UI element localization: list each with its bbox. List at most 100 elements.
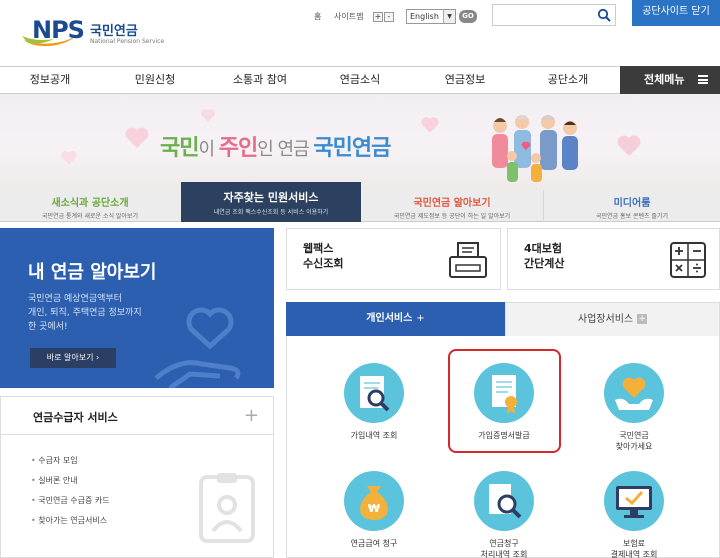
service-label: 연금청구 처리내역 조회: [444, 538, 564, 558]
service-label-line: 보험료: [622, 539, 646, 548]
premium-payment-button[interactable]: 보험료 결제내역 조회: [574, 470, 694, 558]
close-site-button[interactable]: 공단사이트 닫기: [632, 0, 720, 26]
tab-title: 국민연금 알아보기: [413, 198, 491, 209]
service-label: 가입내역 조회: [350, 431, 398, 440]
heart-icon: [61, 151, 77, 165]
nav-item-civil[interactable]: 민원신청: [105, 67, 205, 93]
sitemap-link[interactable]: 사이트맵: [334, 9, 363, 25]
nav-item-community[interactable]: 소통과 참여: [210, 67, 310, 93]
calculator-icon: [670, 242, 706, 278]
all-menu-button[interactable]: 전체메뉴: [620, 66, 720, 94]
heart-hands-icon: [604, 363, 664, 423]
quick-title-line: 웹팩스: [303, 242, 334, 255]
slogan-part: 국민: [160, 136, 199, 161]
id-card-icon: [199, 473, 255, 543]
tab-label: 사업장서비스: [577, 314, 634, 325]
monitor-check-icon: [604, 471, 664, 531]
family-illustration: [492, 115, 578, 182]
service-label-line: 국민연금: [619, 431, 649, 440]
service-label-line: 결제내역 조회: [610, 550, 658, 558]
my-pension-title: 내 연금 알아보기: [28, 262, 157, 283]
tab-news[interactable]: 새소식과 공단소개 국민연금 통계와 새로운 소식 알아보기: [0, 190, 180, 222]
insurance-calculator-button[interactable]: 4대보험 간단계산: [507, 228, 720, 290]
tab-title: 미디어룸: [613, 198, 651, 209]
heart-icon: [421, 117, 439, 133]
tab-frequent-services[interactable]: 자주찾는 민원서비스 내연금 조회 팩스수신조회 등 서비스 이용하기: [181, 182, 361, 222]
magnifier-icon: [474, 471, 534, 531]
visit-pension-button[interactable]: 국민연금 찾아가세요: [574, 362, 694, 452]
claim-status-button[interactable]: 연금청구 처리내역 조회: [444, 470, 564, 558]
home-link[interactable]: 홈: [314, 9, 321, 25]
slogan-part: 국민연금: [313, 136, 391, 161]
service-label-line: 처리내역 조회: [480, 550, 528, 558]
fax-icon: [449, 242, 487, 278]
logo-korean: 국민연금: [90, 24, 138, 39]
go-my-pension-button[interactable]: 바로 알아보기 ›: [30, 348, 116, 368]
service-label-line: 연금청구: [489, 539, 519, 548]
search-icon[interactable]: [597, 8, 611, 22]
enrollment-history-button[interactable]: 가입내역 조회: [314, 362, 434, 441]
webfax-inquiry-button[interactable]: 웹팩스 수신조회: [286, 228, 501, 290]
tab-label: 개인서비스: [366, 313, 413, 324]
service-tabs: 새소식과 공단소개 국민연금 통계와 새로운 소식 알아보기 자주찾는 민원서비…: [0, 182, 720, 222]
pensioner-section-header: 연금수급자 서비스 +: [1, 397, 273, 435]
money-bag-icon: ₩: [344, 471, 404, 531]
list-item[interactable]: 찾아가는 연금서비스: [31, 511, 110, 531]
pensioner-service-list: 수급자 모임 실버론 안내 국민연금 수급증 카드 찾아가는 연금서비스: [31, 451, 110, 531]
pensioner-section-title: 연금수급자 서비스: [33, 411, 118, 424]
search-input[interactable]: [492, 4, 616, 26]
font-decrease-button[interactable]: -: [384, 12, 394, 22]
tab-learn-pension[interactable]: 국민연금 알아보기 국민연금 제도정보 등 공단이 하는 일 알아보기: [362, 190, 542, 222]
slogan-part: 이: [198, 139, 219, 160]
service-label: 연금급여 청구: [350, 539, 398, 548]
hero-banner: 국민이 주인인 연금 국민연금: [0, 94, 720, 190]
nav-item-info[interactable]: 정보공개: [0, 67, 100, 93]
nav-item-pension-info[interactable]: 연금정보: [415, 67, 515, 93]
main-nav: 정보공개 민원신청 소통과 참여 연금소식 연금정보 공단소개 전체메뉴: [0, 66, 720, 94]
list-item[interactable]: 국민연금 수급증 카드: [31, 491, 109, 511]
tab-subtitle: 국민연금 홍보 콘텐츠 즐기기: [596, 213, 668, 220]
quick-title: 4대보험 간단계산: [524, 241, 564, 271]
tab-title: 자주찾는 민원서비스: [223, 191, 319, 204]
hamburger-icon: [698, 75, 708, 84]
hand-heart-icon: [154, 307, 241, 388]
quick-title-line: 간단계산: [524, 257, 565, 270]
go-button[interactable]: GO: [459, 10, 477, 23]
benefit-claim-button[interactable]: ₩ 연금급여 청구: [314, 470, 434, 549]
plus-icon[interactable]: +: [244, 405, 259, 426]
quick-title: 웹팩스 수신조회: [303, 241, 343, 271]
nav-item-news[interactable]: 연금소식: [310, 67, 410, 93]
heart-icon: [200, 109, 216, 122]
tab-media-room[interactable]: 미디어룸 국민연금 홍보 콘텐츠 즐기기: [543, 190, 720, 222]
service-label: 국민연금 찾아가세요: [574, 430, 694, 452]
list-item[interactable]: 실버론 안내: [31, 471, 110, 491]
heart-icon: [125, 127, 149, 148]
quick-title-line: 수신조회: [303, 257, 344, 270]
banner-slogan: 국민이 주인인 연금 국민연금: [160, 130, 391, 162]
service-label: 보험료 결제내역 조회: [574, 538, 694, 558]
chevron-down-icon: ▼: [443, 10, 455, 23]
language-selected: English: [410, 12, 439, 21]
tab-subtitle: 내연금 조회 팩스수신조회 등 서비스 이용하기: [213, 209, 329, 216]
document-search-icon: [344, 363, 404, 423]
language-select[interactable]: English ▼: [406, 9, 456, 24]
service-label-line: 찾아가세요: [615, 442, 653, 451]
svg-text:₩: ₩: [368, 502, 380, 515]
tab-business-service[interactable]: 사업장서비스 +: [505, 302, 720, 336]
slogan-part: 인 연금: [257, 139, 314, 160]
nps-logo[interactable]: NPS 국민연금 National Pension Service: [20, 12, 164, 52]
nav-item-about[interactable]: 공단소개: [518, 67, 618, 93]
list-item[interactable]: 수급자 모임: [31, 451, 110, 471]
tab-subtitle: 국민연금 제도정보 등 공단이 하는 일 알아보기: [393, 213, 511, 220]
plus-icon: +: [416, 313, 425, 324]
font-increase-button[interactable]: +: [373, 12, 383, 22]
service-category-tabs: 개인서비스 + 사업장서비스 +: [286, 302, 720, 336]
logo-english: National Pension Service: [90, 38, 165, 45]
heart-icon: [617, 135, 641, 156]
logo-text: NPS: [32, 16, 85, 44]
pensioner-service-section: 연금수급자 서비스 + 수급자 모임 실버론 안내 국민연금 수급증 카드 찾아…: [0, 396, 274, 558]
my-pension-panel: 내 연금 알아보기 국민연금 예상연금액부터 개인, 퇴직, 주택연금 정보까지…: [0, 228, 274, 388]
plus-icon: +: [637, 314, 648, 324]
tab-personal-service[interactable]: 개인서비스 +: [286, 302, 505, 336]
tab-title: 새소식과 공단소개: [51, 198, 129, 209]
